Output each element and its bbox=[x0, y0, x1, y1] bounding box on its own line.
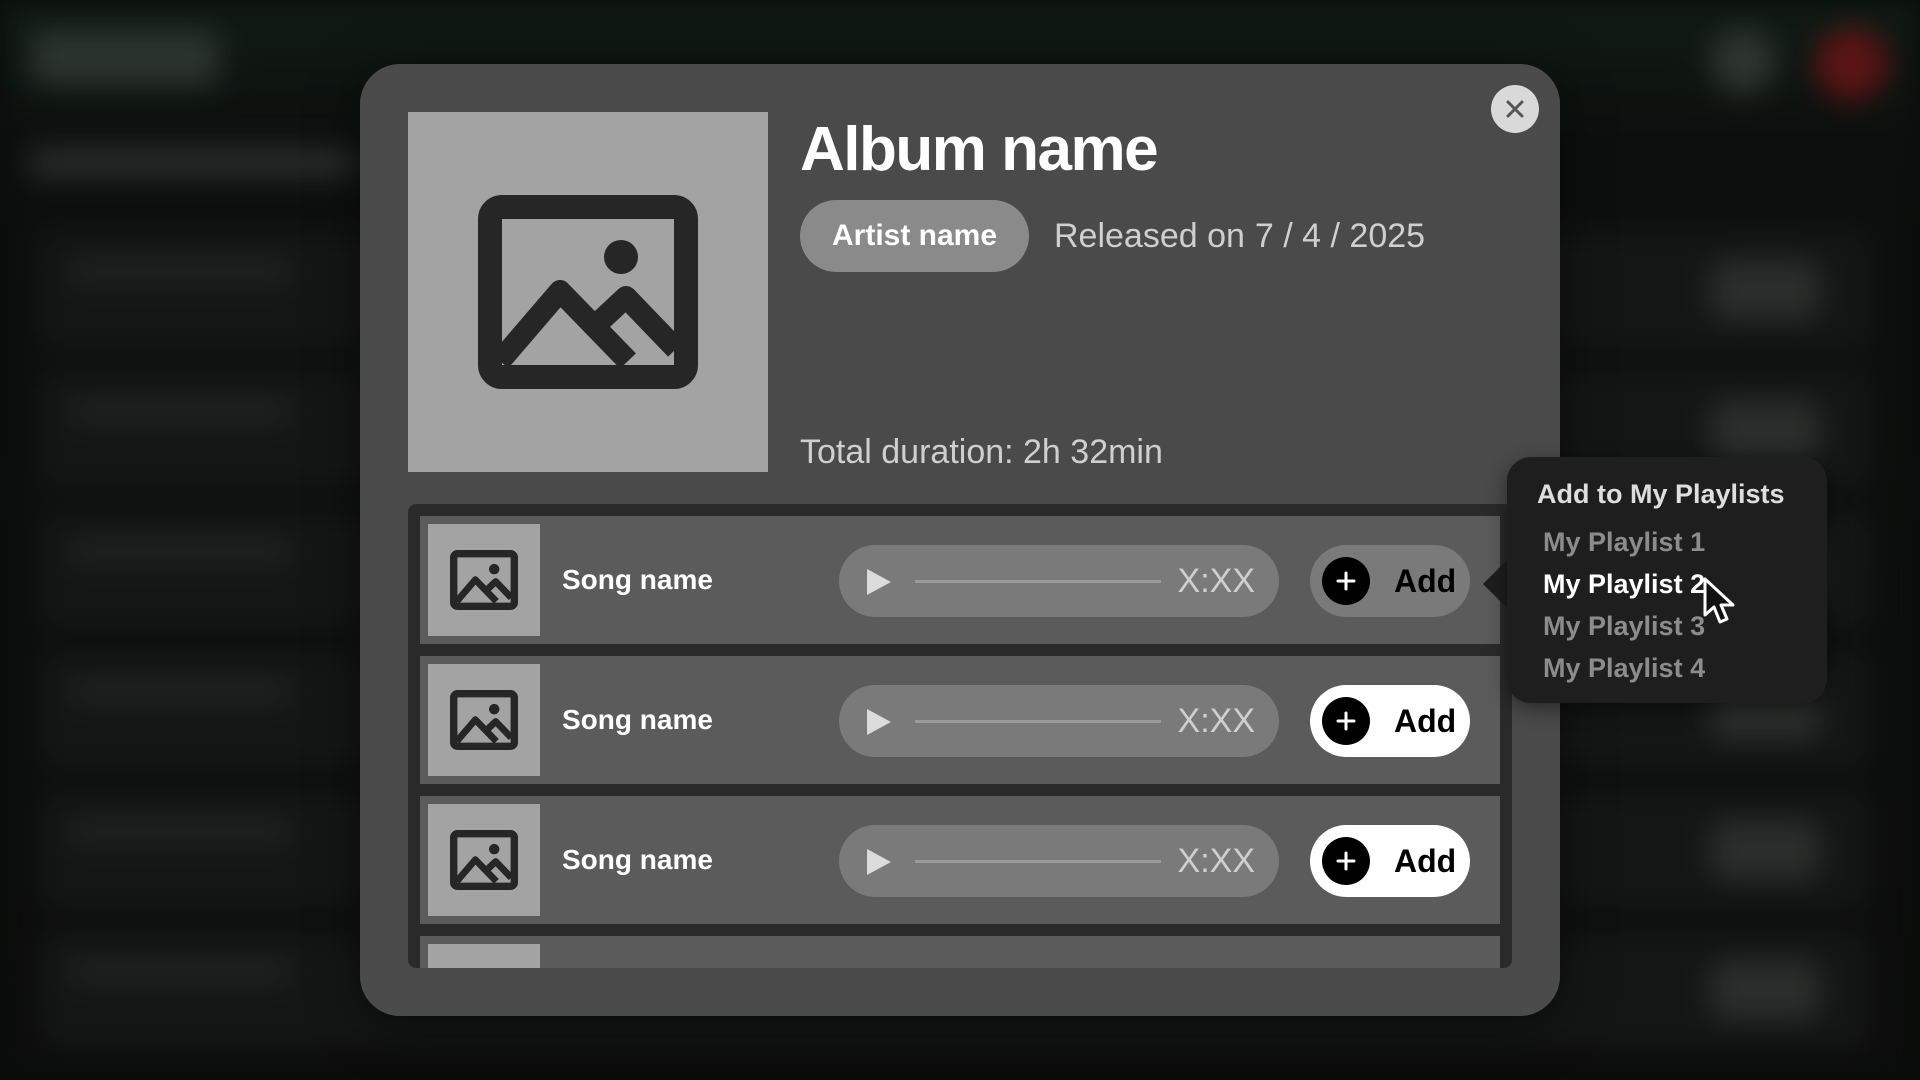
popover-title: Add to My Playlists bbox=[1537, 479, 1785, 509]
song-thumbnail bbox=[428, 664, 540, 776]
song-row: Song name X:XX Add bbox=[420, 656, 1500, 784]
song-list[interactable]: Song name X:XX Add Song name X:XX Add So… bbox=[408, 504, 1512, 968]
audio-player: X:XX bbox=[839, 825, 1279, 897]
playlist-item-3[interactable]: My Playlist 3 bbox=[1537, 605, 1827, 647]
song-row-partial bbox=[420, 936, 1500, 968]
album-title: Album name bbox=[800, 115, 1159, 184]
add-button-label: Add bbox=[1394, 562, 1457, 599]
image-placeholder-icon bbox=[478, 195, 698, 389]
plus-circle-icon bbox=[1322, 837, 1370, 885]
play-icon[interactable] bbox=[867, 569, 891, 595]
playlist-item-1[interactable]: My Playlist 1 bbox=[1537, 521, 1827, 563]
total-duration: Total duration: 2h 32min bbox=[800, 433, 1163, 471]
progress-track[interactable] bbox=[915, 580, 1161, 583]
release-label: Released on bbox=[1054, 217, 1245, 255]
add-button[interactable]: Add bbox=[1310, 825, 1470, 897]
song-thumbnail bbox=[428, 524, 540, 636]
artist-link[interactable]: Artist name bbox=[800, 200, 1030, 272]
progress-track[interactable] bbox=[915, 720, 1161, 723]
song-duration: X:XX bbox=[1177, 842, 1255, 880]
song-thumbnail bbox=[428, 804, 540, 916]
add-button-label: Add bbox=[1394, 702, 1457, 739]
image-placeholder-icon bbox=[450, 830, 518, 890]
close-icon bbox=[1506, 100, 1524, 118]
audio-player: X:XX bbox=[839, 545, 1279, 617]
song-name: Song name bbox=[562, 564, 713, 595]
song-name: Song name bbox=[562, 844, 713, 875]
playlist-item-4[interactable]: My Playlist 4 bbox=[1537, 647, 1827, 689]
image-placeholder-icon bbox=[450, 690, 518, 750]
album-cover bbox=[408, 112, 768, 472]
song-duration: X:XX bbox=[1177, 562, 1255, 600]
release-info: Released on 7 / 4 / 2025 bbox=[1054, 217, 1425, 256]
play-icon[interactable] bbox=[867, 849, 891, 875]
play-icon[interactable] bbox=[867, 709, 891, 735]
audio-player: X:XX bbox=[839, 685, 1279, 757]
album-modal: Album name Artist name Released on 7 / 4 … bbox=[360, 64, 1560, 1016]
song-row: Song name X:XX Add bbox=[420, 516, 1500, 644]
mouse-pointer-icon bbox=[1703, 577, 1735, 624]
playlist-item-2[interactable]: My Playlist 2 bbox=[1537, 563, 1827, 605]
song-thumbnail bbox=[428, 944, 540, 968]
plus-circle-icon bbox=[1322, 697, 1370, 745]
song-row: Song name X:XX Add bbox=[420, 796, 1500, 924]
song-name: Song name bbox=[562, 704, 713, 735]
plus-circle-icon bbox=[1322, 557, 1370, 605]
add-button-label: Add bbox=[1394, 842, 1457, 879]
popover-arrow bbox=[1483, 558, 1509, 610]
progress-track[interactable] bbox=[915, 860, 1161, 863]
add-button[interactable]: Add bbox=[1310, 545, 1470, 617]
song-duration: X:XX bbox=[1177, 702, 1255, 740]
close-button[interactable] bbox=[1491, 85, 1539, 133]
image-placeholder-icon bbox=[450, 550, 518, 610]
release-date: 7 / 4 / 2025 bbox=[1254, 217, 1426, 255]
playlist-popover: Add to My Playlists My Playlist 1 My Pla… bbox=[1507, 457, 1827, 703]
add-button[interactable]: Add bbox=[1310, 685, 1470, 757]
